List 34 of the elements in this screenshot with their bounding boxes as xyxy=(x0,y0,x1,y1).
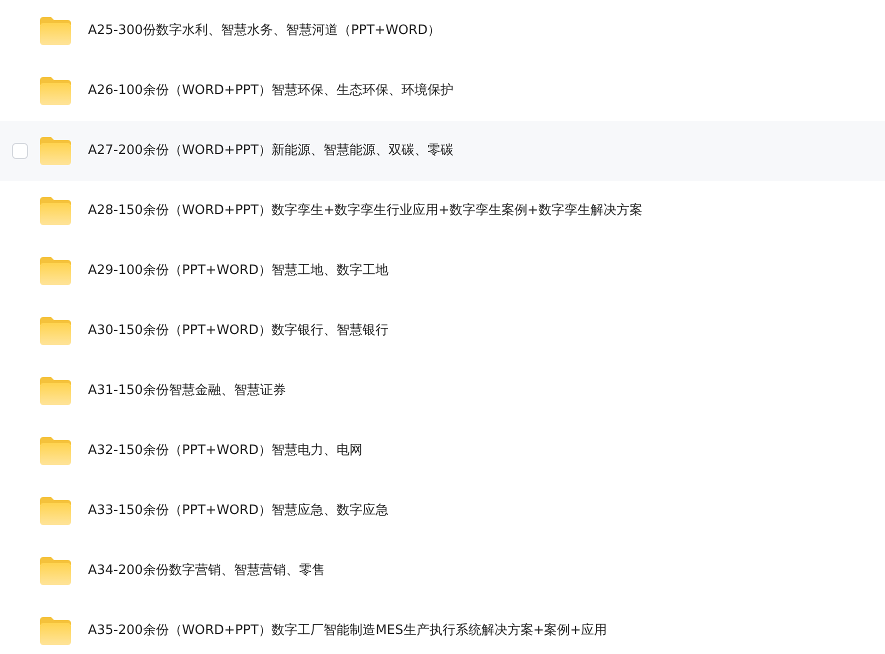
row-highlight[interactable]: A27-200余份（WORD+PPT）新能源、智慧能源、双碳、零碳 xyxy=(0,121,885,181)
folder-icon xyxy=(40,377,71,405)
folder-icon xyxy=(40,317,71,345)
folder-name[interactable]: A29-100余份（PPT+WORD）智慧工地、数字工地 xyxy=(88,261,389,281)
file-row[interactable]: A28-150余份（WORD+PPT）数字孪生+数字孪生行业应用+数字孪生案例+数字孪生解决方案 xyxy=(0,181,885,241)
folder-icon xyxy=(40,197,71,225)
folder-icon xyxy=(40,137,71,165)
file-row[interactable]: A33-150余份（PPT+WORD）智慧应急、数字应急 xyxy=(0,481,885,541)
folder-icon xyxy=(40,617,71,645)
folder-name[interactable]: A26-100余份（WORD+PPT）智慧环保、生态环保、环境保护 xyxy=(88,81,454,101)
folder-icon xyxy=(40,77,71,105)
folder-name[interactable]: A35-200余份（WORD+PPT）数字工厂智能制造MES生产执行系统解决方案+案例+应用 xyxy=(88,621,608,641)
folder-name[interactable]: A31-150余份智慧金融、智慧证券 xyxy=(88,381,286,401)
file-row[interactable]: A29-100余份（PPT+WORD）智慧工地、数字工地 xyxy=(0,241,885,301)
file-row[interactable]: A31-150余份智慧金融、智慧证券 xyxy=(0,361,885,421)
folder-name[interactable]: A32-150余份（PPT+WORD）智慧电力、电网 xyxy=(88,441,363,461)
folder-name[interactable]: A28-150余份（WORD+PPT）数字孪生+数字孪生行业应用+数字孪生案例+数字孪生解决方案 xyxy=(88,201,642,221)
file-row[interactable]: A30-150余份（PPT+WORD）数字银行、智慧银行 xyxy=(0,301,885,361)
file-row[interactable]: A34-200余份数字营销、智慧营销、零售 xyxy=(0,541,885,601)
file-row[interactable]: A32-150余份（PPT+WORD）智慧电力、电网 xyxy=(0,421,885,481)
folder-icon xyxy=(40,497,71,525)
file-row[interactable]: A26-100余份（WORD+PPT）智慧环保、生态环保、环境保护 xyxy=(0,61,885,121)
folder-name[interactable]: A33-150余份（PPT+WORD）智慧应急、数字应急 xyxy=(88,501,389,521)
folder-icon xyxy=(40,17,71,45)
checkbox[interactable] xyxy=(12,143,28,159)
folder-icon xyxy=(40,437,71,465)
folder-icon xyxy=(40,257,71,285)
folder-name[interactable]: A34-200余份数字营销、智慧营销、零售 xyxy=(88,561,325,581)
folder-name[interactable]: A27-200余份（WORD+PPT）新能源、智慧能源、双碳、零碳 xyxy=(88,141,454,161)
file-row[interactable]: A25-300份数字水利、智慧水务、智慧河道（PPT+WORD） xyxy=(0,1,885,61)
folder-name[interactable]: A25-300份数字水利、智慧水务、智慧河道（PPT+WORD） xyxy=(88,21,441,41)
folder-icon xyxy=(40,557,71,585)
file-row[interactable]: A35-200余份（WORD+PPT）数字工厂智能制造MES生产执行系统解决方案+案例+应用 xyxy=(0,601,885,654)
folder-name[interactable]: A30-150余份（PPT+WORD）数字银行、智慧银行 xyxy=(88,321,389,341)
